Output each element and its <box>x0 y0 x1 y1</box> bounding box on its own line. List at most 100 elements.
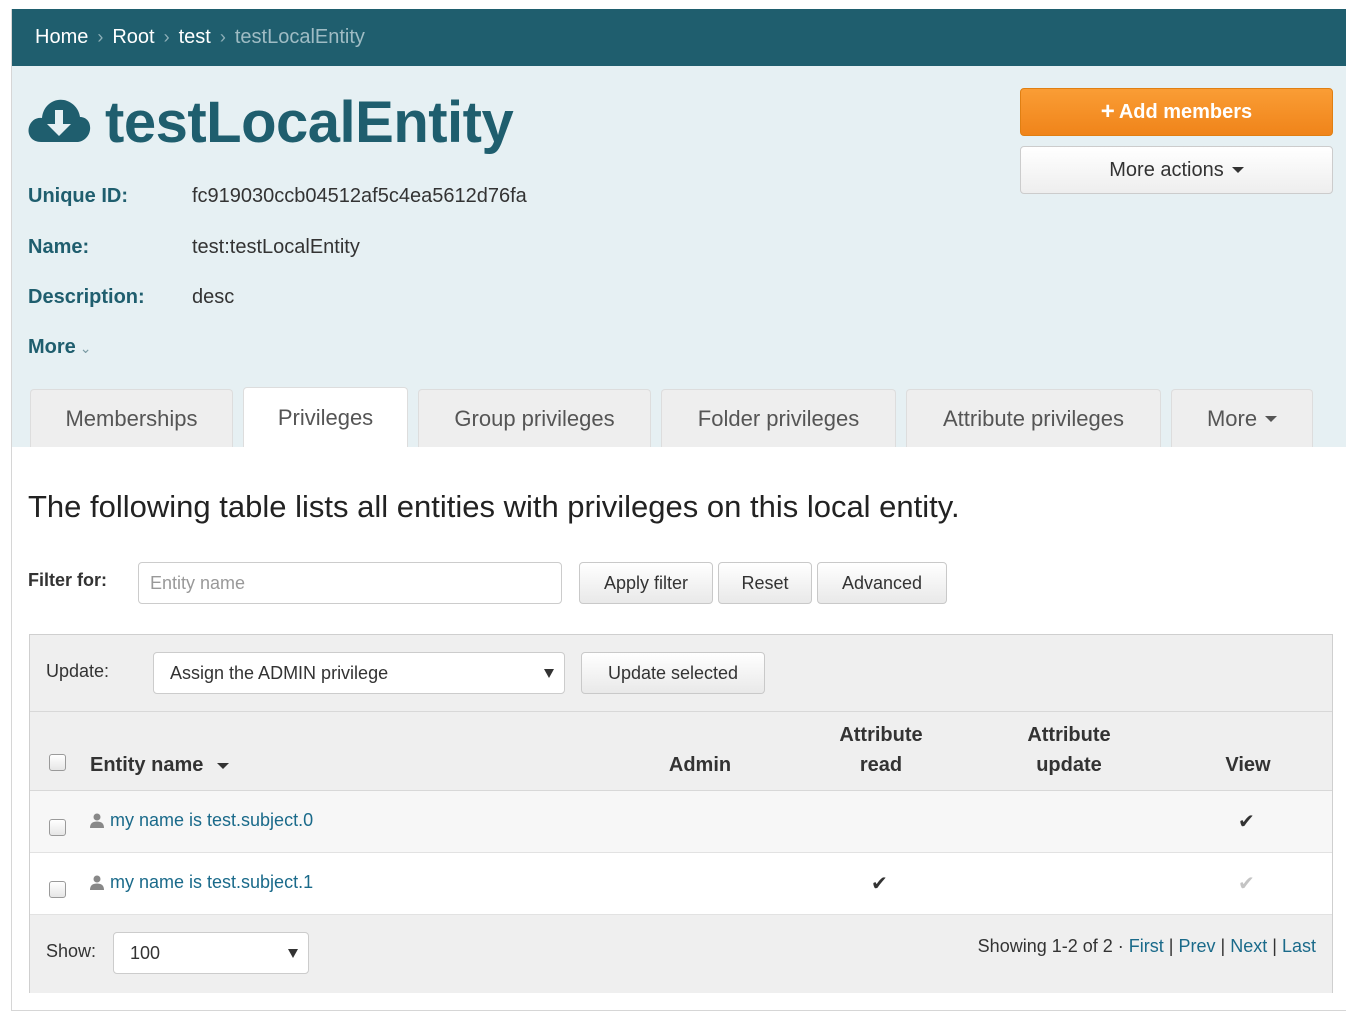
dropdown-arrow-icon <box>288 949 298 958</box>
column-entity-name[interactable]: Entity name <box>90 750 229 780</box>
select-all-checkbox[interactable] <box>49 754 66 771</box>
tab-attribute-privileges[interactable]: Attribute privileges <box>906 389 1161 447</box>
update-selected-button[interactable]: Update selected <box>581 652 765 694</box>
apply-filter-button[interactable]: Apply filter <box>579 562 713 604</box>
tab-label: Attribute privileges <box>943 405 1124 431</box>
more-actions-button[interactable]: More actions <box>1020 146 1333 194</box>
update-selected-label: Update selected <box>607 662 739 683</box>
entity-name: my name is test.subject.0 <box>110 810 314 830</box>
unique-id-label: Unique ID: <box>28 185 128 207</box>
description-value: desc <box>192 286 235 308</box>
advanced-label: Advanced <box>841 572 923 593</box>
privilege-action-select[interactable]: Assign the ADMIN privilege <box>153 652 565 694</box>
privilege-action-value: Assign the ADMIN privilege <box>170 662 389 683</box>
filter-label: Filter for: <box>28 570 107 590</box>
show-label: Show: <box>46 941 97 961</box>
breadcrumb-root[interactable]: Root <box>112 26 154 49</box>
add-members-label: Add members <box>1118 100 1253 123</box>
attribute-read-checkmark-icon: ✔ <box>871 873 888 895</box>
column-attribute-update: Attribute update <box>1008 720 1130 780</box>
user-icon <box>90 813 104 828</box>
tab-group-privileges[interactable]: Group privileges <box>418 389 651 447</box>
table-row: my name is test.subject.1 ✔ ✔ <box>30 853 1332 915</box>
tab-folder-privileges[interactable]: Folder privileges <box>661 389 896 447</box>
sort-caret-icon <box>216 762 229 769</box>
cloud-download-icon <box>27 92 91 153</box>
page-frame: Home › Root › test › testLocalEntity tes… <box>11 9 1346 1011</box>
entity-link[interactable]: my name is test.subject.0 <box>90 810 313 831</box>
tab-label: Memberships <box>65 405 198 431</box>
column-view-label: View <box>1225 754 1271 776</box>
more-details-label: More <box>28 336 76 358</box>
view-privilege-checkmark-icon: ✔ <box>1238 811 1255 833</box>
breadcrumb-current: testLocalEntity <box>234 26 365 48</box>
prev-page-link[interactable]: Prev <box>1179 936 1216 956</box>
breadcrumb-home[interactable]: Home <box>35 26 88 49</box>
last-page-link[interactable]: Last <box>1282 936 1316 956</box>
apply-filter-label: Apply filter <box>603 572 689 593</box>
page-size-select[interactable]: 100 <box>113 932 309 974</box>
next-page-link[interactable]: Next <box>1230 936 1267 956</box>
tab-label: Group privileges <box>454 405 615 431</box>
pagination: Showing 1-2 of 2 · First | Prev | Next |… <box>978 936 1316 957</box>
advanced-button[interactable]: Advanced <box>817 562 947 604</box>
update-label: Update: <box>46 661 110 681</box>
page-size-value: 100 <box>130 942 161 963</box>
showing-count: Showing 1-2 of 2 · <box>977 936 1124 956</box>
page-title-row: testLocalEntity <box>27 89 514 155</box>
caret-down-icon <box>1265 415 1278 422</box>
add-members-button[interactable]: + Add members <box>1020 88 1333 136</box>
table-footer: Show: 100 Showing 1-2 of 2 · First | Pre… <box>30 915 1332 993</box>
column-attribute-read-label-1: Attribute <box>839 724 923 746</box>
column-attribute-read-label-2: read <box>859 754 903 776</box>
reset-button[interactable]: Reset <box>718 562 812 604</box>
section-description: The following table lists all entities w… <box>28 489 960 524</box>
breadcrumb-separator: › <box>163 27 170 47</box>
column-attribute-update-label-1: Attribute <box>1027 724 1111 746</box>
breadcrumb-test[interactable]: test <box>179 26 211 49</box>
privileges-table-panel: Update: Assign the ADMIN privilege Updat… <box>29 634 1333 993</box>
table-header: Entity name Admin Attribute read Attribu… <box>30 712 1332 791</box>
column-attribute-update-label-2: update <box>1036 754 1102 776</box>
chevron-down-icon: ⌄ <box>79 340 92 356</box>
tab-more[interactable]: More <box>1171 389 1313 447</box>
more-details-toggle[interactable]: More ⌄ <box>28 336 92 359</box>
row-checkbox[interactable] <box>49 819 66 836</box>
tab-label: Folder privileges <box>697 405 860 431</box>
entity-name-filter-input[interactable] <box>138 562 562 604</box>
description-label: Description: <box>28 286 145 308</box>
breadcrumb-separator: › <box>97 27 104 47</box>
column-admin: Admin <box>650 750 750 780</box>
pager-separator: | <box>1272 936 1277 956</box>
tab-label: Privileges <box>277 404 374 430</box>
name-label: Name: <box>28 236 90 258</box>
pager-separator: | <box>1220 936 1226 956</box>
unique-id-value: fc919030ccb04512af5c4ea5612d76fa <box>192 185 527 207</box>
column-admin-label: Admin <box>668 754 732 776</box>
column-entity-name-label: Entity name <box>90 754 204 776</box>
row-checkbox[interactable] <box>49 881 66 898</box>
name-value: test:testLocalEntity <box>192 236 360 258</box>
entity-header: testLocalEntity Unique ID: fc919030ccb04… <box>12 66 1346 447</box>
pager-separator: | <box>1168 936 1174 956</box>
reset-label: Reset <box>741 572 789 593</box>
table-row: my name is test.subject.0 ✔ <box>30 791 1332 853</box>
breadcrumb: Home › Root › test › testLocalEntity <box>12 9 1346 66</box>
tab-memberships[interactable]: Memberships <box>30 389 233 447</box>
column-view: View <box>1198 750 1298 780</box>
entity-link[interactable]: my name is test.subject.1 <box>90 872 313 893</box>
view-privilege-inherited-checkmark-icon: ✔ <box>1238 873 1255 895</box>
tab-label: More <box>1206 405 1258 431</box>
dropdown-arrow-icon <box>544 669 554 678</box>
entity-name: my name is test.subject.1 <box>110 872 314 892</box>
update-bar: Update: Assign the ADMIN privilege Updat… <box>30 635 1332 712</box>
caret-down-icon <box>1231 167 1244 173</box>
column-attribute-read: Attribute read <box>820 720 942 780</box>
user-icon <box>90 875 104 890</box>
breadcrumb-separator: › <box>219 27 226 47</box>
more-actions-label: More actions <box>1109 158 1224 181</box>
first-page-link[interactable]: First <box>1129 936 1164 956</box>
tab-privileges[interactable]: Privileges <box>243 387 408 447</box>
plus-icon: + <box>1100 98 1115 125</box>
page-title: testLocalEntity <box>105 89 514 155</box>
